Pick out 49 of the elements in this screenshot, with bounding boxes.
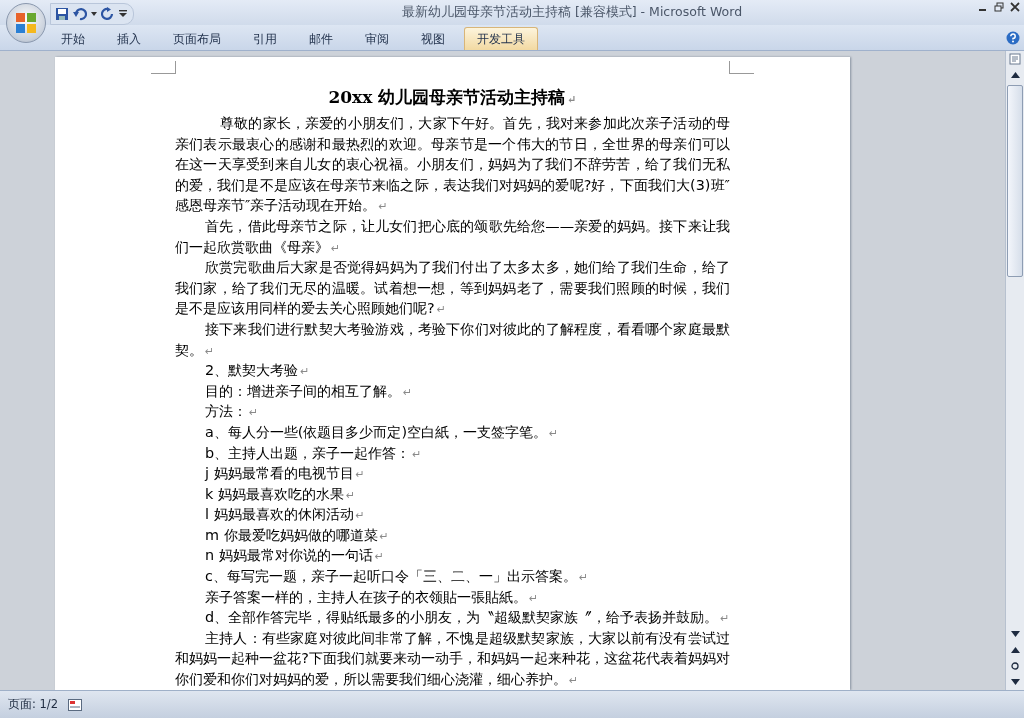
document-title: 20xx 幼儿园母亲节活动主持稿↵ (328, 86, 577, 109)
list-line: a、每人分一些(依题目多少而定)空白紙，一支签字笔。↵ (204, 422, 560, 442)
scrollbar-thumb[interactable] (1007, 85, 1023, 277)
ribbon-tab[interactable]: 开始 (48, 27, 98, 50)
body-paragraph: 尊敬的家长，亲爱的小朋友们，大家下午好。首先，我对来参加此次亲子活动的母亲们表示最衷心的感谢和最热烈的欢迎。母亲节是一个伟大的节日，全世界的母亲们可以在这一天享受到来自儿女的衷心祝福。小朋友们，妈妈为了我们不辞劳苦，给了我们无私的爱，我们是不是应该在母亲节来临之际，表达我们对妈妈的爱呢?好，下面我们大(3)班″感恩母亲节″亲子活动现在开始。↵ (175, 114, 730, 216)
previous-page-icon[interactable] (1010, 647, 1020, 653)
undo-icon[interactable] (73, 7, 87, 21)
proofing-icon[interactable] (68, 698, 83, 711)
ribbon-tab[interactable]: 邮件 (296, 27, 346, 50)
redo-icon[interactable] (101, 7, 115, 21)
list-line: n 妈妈最常对你说的一句话↵ (204, 546, 385, 566)
browse-object-icon[interactable] (1011, 662, 1019, 670)
help-icon[interactable] (1006, 31, 1020, 45)
list-line: c、每写完一题，亲子一起听口令「三、二、一」出示答案。↵ (204, 567, 590, 587)
list-line: 目的：增进亲子间的相互了解。↵ (204, 381, 414, 401)
body-paragraph: 接下来我们进行默契大考验游戏，考验下你们对彼此的了解程度，看看哪个家庭最默契。↵ (175, 319, 730, 360)
customize-arrow-icon[interactable] (119, 10, 127, 18)
office-button[interactable] (6, 3, 46, 43)
list-line: d、全部作答完毕，得贴纸最多的小朋友，为〝超級默契家族〞，给予表扬并鼓励。↵ (204, 608, 730, 628)
scroll-down-arrow-icon[interactable] (1010, 631, 1020, 637)
list-line: 亲子答案一样的，主持人在孩子的衣领貼一張貼紙。↵ (204, 587, 540, 607)
dropdown-arrow-icon[interactable] (91, 12, 97, 16)
list-line: 2、默契大考验↵ (204, 361, 311, 381)
body-paragraph: 主持人：有些家庭对彼此间非常了解，不愧是超级默契家族，大家以前有没有尝试过和妈妈一起种一盆花?下面我们就要来动一动手，和妈妈一起来种花，这盆花代表着妈妈对你们爱和你们对妈妈的爱，所以需要我们细心浇灌，细心养护。↵ (175, 628, 730, 690)
restore-icon[interactable] (994, 2, 1004, 12)
ribbon-tab[interactable]: 页面布局 (160, 27, 234, 50)
office-logo-icon (15, 12, 37, 34)
ribbon-tab[interactable]: 引用 (240, 27, 290, 50)
close-icon[interactable] (1010, 2, 1020, 12)
list-line: j 妈妈最常看的电视节目↵ (203, 464, 366, 484)
crop-mark (729, 61, 754, 74)
ruler-toggle-icon[interactable] (1009, 53, 1021, 65)
body-paragraph: 欣赏完歌曲后大家是否觉得妈妈为了我们付出了太多太多，她们给了我们生命，给了我们家，给了我们无尽的温暖。试着想一想，等到妈妈老了，需要我们照顾的时候，我们是不是应该用同样的爱去关心照顾她们呢?↵ (175, 258, 730, 319)
ribbon-tab[interactable]: 视图 (408, 27, 458, 50)
list-line: k 妈妈最喜欢吃的水果↵ (204, 484, 357, 504)
scroll-up-arrow-icon[interactable] (1010, 72, 1020, 78)
crop-mark (151, 61, 176, 74)
ribbon-tab[interactable]: 插入 (104, 27, 154, 50)
body-paragraph: 首先，借此母亲节之际，让儿女们把心底的颂歌先给您——亲爱的妈妈。接下来让我们一起欣赏歌曲《母亲》↵ (175, 216, 730, 257)
window-title: 最新幼儿园母亲节活动主持稿 [兼容模式] - Microsoft Word (400, 4, 744, 21)
list-line: m 你最爱吃妈妈做的哪道菜↵ (204, 525, 390, 545)
list-line: l 妈妈最喜欢的休闲活动↵ (204, 505, 366, 525)
list-line: b、主持人出题，亲子一起作答：↵ (204, 443, 423, 463)
ribbon-tab[interactable]: 开发工具 (464, 27, 538, 50)
ribbon-tab[interactable]: 审阅 (352, 27, 402, 50)
page-count[interactable]: 页面: 1/2 (8, 697, 59, 712)
list-line: 方法：↵ (204, 402, 260, 422)
next-page-icon[interactable] (1010, 679, 1020, 685)
save-icon[interactable] (55, 7, 69, 21)
